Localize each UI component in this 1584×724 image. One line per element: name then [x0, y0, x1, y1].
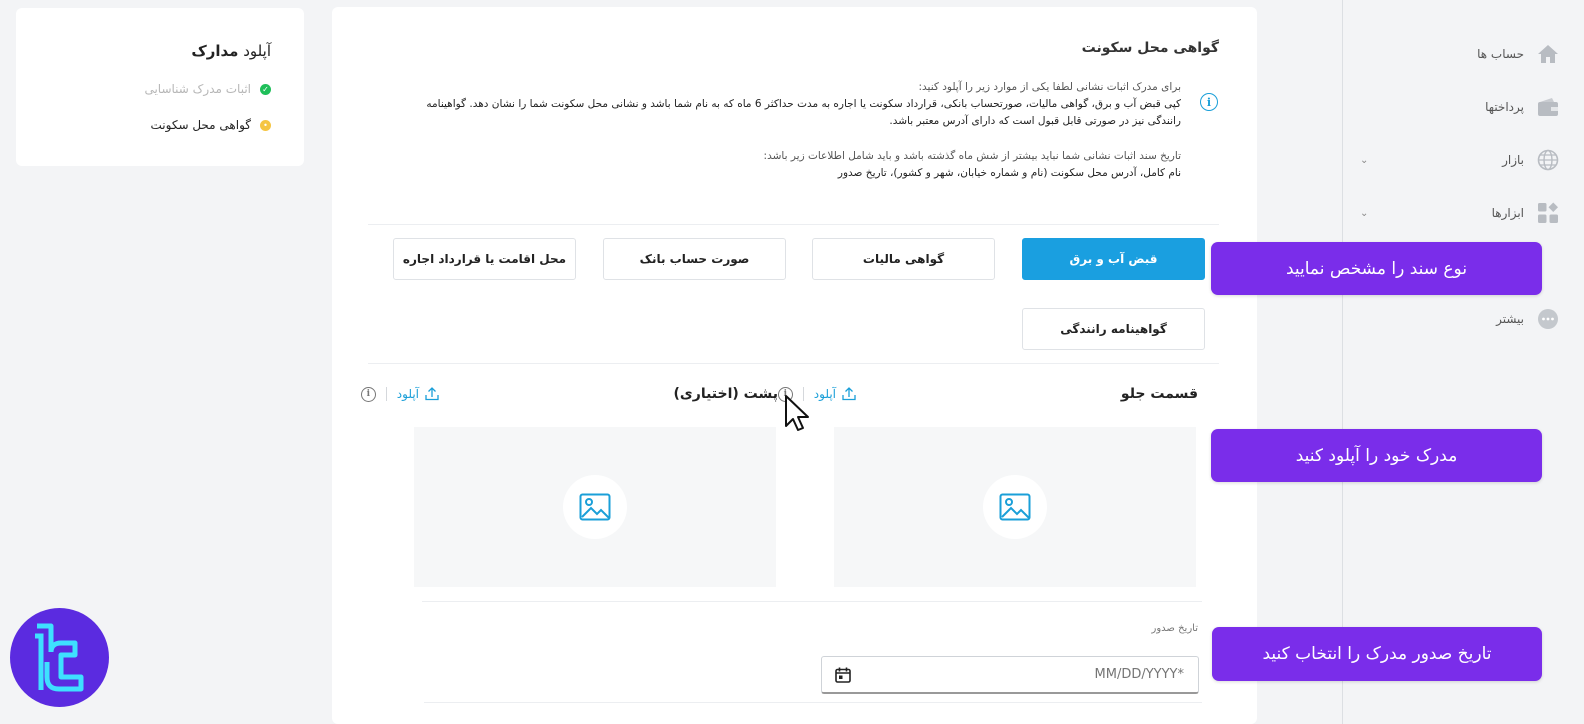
- back-upload-button[interactable]: آپلود: [397, 386, 440, 402]
- sidebar-item-tools[interactable]: ابزارها ⌄: [1360, 201, 1560, 225]
- sidebar: حساب ها پرداختها بازار ⌄ ابزارها ⌄ بیشتر: [1343, 0, 1584, 724]
- issue-date-label: تاریخ صدور: [1151, 623, 1198, 634]
- steps-title: آپلود مدارک: [191, 42, 271, 60]
- wallet-icon: [1536, 95, 1560, 119]
- doc-type-bank-statement-button[interactable]: صورت حساب بانک: [603, 238, 786, 280]
- more-icon: [1536, 307, 1560, 331]
- sidebar-item-market[interactable]: بازار ⌄: [1360, 148, 1560, 172]
- divider: [368, 363, 1219, 364]
- issue-date-input[interactable]: [984, 667, 1184, 682]
- back-upload-tools: آپلود i: [360, 386, 440, 402]
- calendar-icon[interactable]: [834, 666, 852, 684]
- brand-logo: [10, 608, 109, 707]
- annotation-select-doc-type: نوع سند را مشخص نمایید: [1211, 242, 1542, 295]
- divider: [424, 702, 1202, 703]
- info-icon: i: [1200, 93, 1218, 111]
- sidebar-item-more[interactable]: بیشتر: [1360, 307, 1560, 331]
- back-drop-zone[interactable]: [414, 427, 776, 587]
- step-residence-proof[interactable]: • گواهی محل سکونت: [16, 118, 271, 132]
- image-placeholder-icon: [983, 475, 1047, 539]
- home-icon: [1536, 42, 1560, 66]
- upload-icon: [842, 387, 856, 401]
- residence-proof-card: گواهی محل سکونت i برای مدرک اثبات نشانی …: [332, 7, 1257, 724]
- divider: [368, 224, 1219, 225]
- grid-icon: [1536, 201, 1560, 225]
- page-title: گواهی محل سکونت: [1081, 40, 1219, 56]
- doc-type-lease-button[interactable]: محل اقامت یا قرارداد اجاره: [393, 238, 576, 280]
- upload-steps-card: آپلود مدارک ✓ اثبات مدرک شناسایی • گواهی…: [16, 8, 304, 166]
- image-placeholder-icon: [563, 475, 627, 539]
- front-drop-zone[interactable]: [834, 427, 1196, 587]
- back-side-title: پشت (اختیاری): [673, 386, 778, 402]
- issue-date-field[interactable]: [821, 656, 1199, 694]
- chevron-down-icon[interactable]: ⌄: [1360, 208, 1368, 219]
- info-text-date-requirements: تاریخ سند اثبات نشانی شما نباید بیشتر از…: [763, 150, 1181, 179]
- front-upload-button[interactable]: آپلود: [814, 386, 857, 402]
- doc-type-utility-bill-button[interactable]: قبض آب و برق: [1022, 238, 1205, 280]
- globe-icon: [1536, 148, 1560, 172]
- pending-icon: •: [260, 119, 271, 131]
- front-side-title: قسمت جلو: [1120, 386, 1198, 402]
- step-identity-proof[interactable]: ✓ اثبات مدرک شناسایی: [16, 82, 271, 96]
- annotation-upload-doc: مدرک خود را آپلود کنید: [1211, 429, 1542, 482]
- sidebar-item-payments[interactable]: پرداختها: [1360, 95, 1560, 119]
- doc-type-tax-certificate-button[interactable]: گواهی مالیات: [812, 238, 995, 280]
- doc-type-driving-license-button[interactable]: گواهینامه رانندگی: [1022, 308, 1205, 350]
- separator: [385, 387, 387, 401]
- sidebar-item-accounts[interactable]: حساب ها: [1360, 42, 1560, 66]
- mouse-cursor-icon: [785, 395, 809, 431]
- back-info-icon[interactable]: i: [360, 386, 376, 402]
- annotation-select-issue-date: تاریخ صدور مدرک را انتخاب کنید: [1212, 627, 1542, 681]
- upload-icon: [425, 387, 439, 401]
- chevron-down-icon[interactable]: ⌄: [1360, 155, 1368, 166]
- info-text-accepted-docs: برای مدرک اثبات نشانی لطفا یکی از موارد …: [426, 81, 1181, 127]
- check-icon: ✓: [260, 83, 271, 95]
- divider: [422, 601, 1202, 602]
